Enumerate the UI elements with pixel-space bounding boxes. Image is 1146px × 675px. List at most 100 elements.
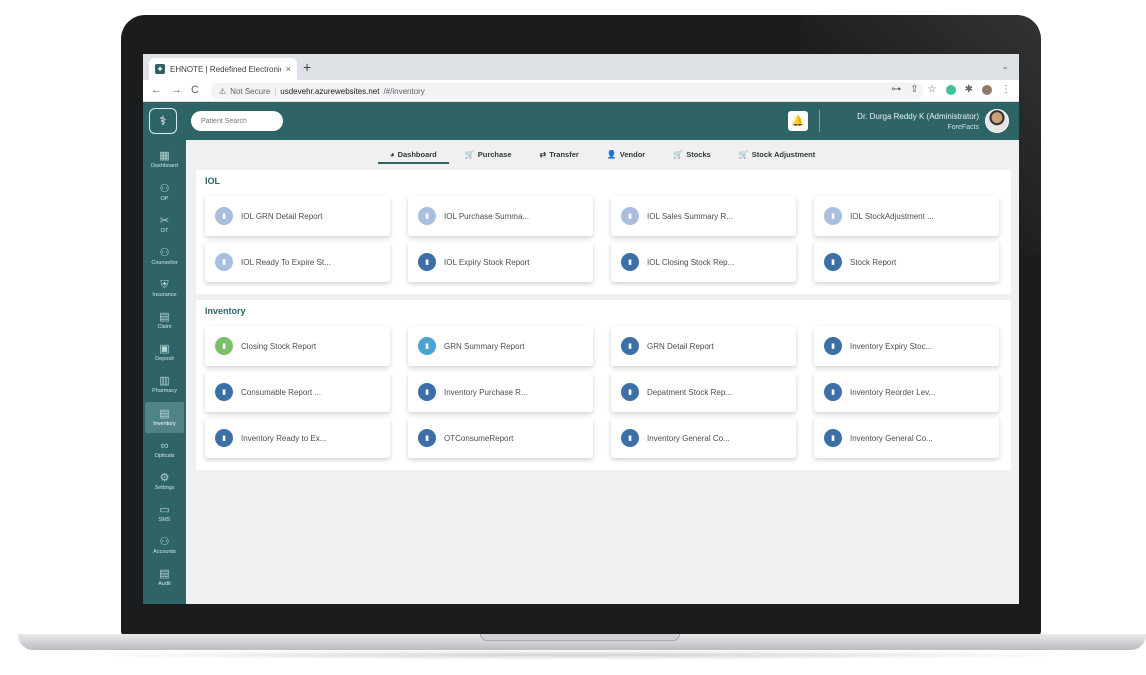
tab-stocks[interactable]: 🛒 Stocks <box>673 140 711 168</box>
profile-icon[interactable] <box>982 84 992 95</box>
gear-icon: ⚙ <box>159 472 170 484</box>
report-card-label: Depatment Stock Rep... <box>647 387 732 397</box>
report-card-label: Inventory Purchase R... <box>444 387 528 397</box>
close-tab-icon[interactable]: × <box>286 64 291 74</box>
tab-transfer[interactable]: ⇄ Transfer <box>540 140 579 168</box>
accounts-icon: ⚇ <box>159 536 170 548</box>
browser-tab[interactable]: ✚ EHNOTE | Redefined Electronic × <box>149 58 297 80</box>
report-card[interactable]: ▮ Consumable Report ... <box>205 372 390 412</box>
patient-search-input[interactable] <box>191 111 283 131</box>
bell-icon[interactable]: 🔔 <box>788 111 808 131</box>
avatar[interactable] <box>985 109 1009 133</box>
sidebar-item-pharmacy[interactable]: ▥ Pharmacy <box>145 369 184 400</box>
sidebar-item-claim[interactable]: ▤ Claim <box>145 305 184 336</box>
section-title: Inventory <box>205 306 246 316</box>
report-card-label: Stock Report <box>850 257 897 267</box>
counsellor-icon: ⚇ <box>159 247 170 259</box>
sidebar-item-label: Counsellor <box>151 260 178 266</box>
new-tab-button[interactable]: + <box>303 60 311 74</box>
report-file-icon: ▮ <box>824 207 842 225</box>
tab-label: Purchase <box>477 149 512 159</box>
report-file-icon: ▮ <box>621 253 639 271</box>
sidebar-item-deposit[interactable]: ▣ Deposit <box>145 337 184 368</box>
favicon-icon: ✚ <box>155 64 165 74</box>
report-file-icon: ▮ <box>621 383 639 401</box>
sidebar-item-label: Audit <box>158 581 171 587</box>
report-card[interactable]: ▮ OTConsumeReport <box>408 418 593 458</box>
sidebar: ▦ Dashboard ⚇ OP ✂ OT ⚇ Counsellor ⛨ Insurance ▤ Cl… <box>143 140 186 604</box>
sidebar-item-settings[interactable]: ⚙ Settings <box>145 466 184 497</box>
report-card[interactable]: ▮ IOL Ready To Expire St... <box>205 242 390 282</box>
tab-search-button[interactable]: ⌄ <box>1001 61 1009 72</box>
report-card-label: IOL StockAdjustment ... <box>850 211 934 221</box>
report-card[interactable]: ▮ Depatment Stock Rep... <box>611 372 796 412</box>
share-icon[interactable]: ⇪ <box>910 84 918 95</box>
report-file-icon: ▮ <box>824 337 842 355</box>
report-card[interactable]: ▮ Inventory General Co... <box>814 418 999 458</box>
report-file-icon: ▮ <box>215 429 233 447</box>
report-card[interactable]: ▮ IOL Closing Stock Rep... <box>611 242 796 282</box>
report-card[interactable]: ▮ Inventory Reorder Lev... <box>814 372 999 412</box>
report-card[interactable]: ▮ Inventory Purchase R... <box>408 372 593 412</box>
report-card[interactable]: ▮ IOL Sales Summary R... <box>611 196 796 236</box>
report-file-icon: ▮ <box>824 429 842 447</box>
sidebar-item-label: Inventory <box>153 421 176 427</box>
report-card-label: IOL Expiry Stock Report <box>444 257 530 267</box>
extensions-area: ⊶ ⇪ ☆ ✱ ⋮ <box>891 84 1011 95</box>
sidebar-item-opticals[interactable]: ∞ Opticals <box>145 434 184 465</box>
tab-vendor[interactable]: 👤 Vendor <box>607 140 645 168</box>
sidebar-item-label: SMS <box>158 517 171 523</box>
app-header: ⚕ 🔔 Dr. Durga Reddy K (Administrator) Fo… <box>143 102 1019 140</box>
tab-dashboard[interactable]: ◕ Dashboard <box>377 140 449 168</box>
browser-tabbar: ✚ EHNOTE | Redefined Electronic × + ⌄ <box>143 54 1019 80</box>
report-card[interactable]: ▮ IOL GRN Detail Report <box>205 196 390 236</box>
report-card[interactable]: ▮ Stock Report <box>814 242 999 282</box>
menu-icon[interactable]: ⋮ <box>1001 84 1011 95</box>
reload-button[interactable]: C <box>191 84 199 97</box>
sidebar-item-sms[interactable]: ▭ SMS <box>145 498 184 529</box>
tab-stock-adjustment[interactable]: 🛒 Stock Adjustment <box>739 140 815 168</box>
tab-label: Dashboard <box>397 149 437 159</box>
deposit-icon: ▣ <box>159 343 170 355</box>
sidebar-item-dashboard[interactable]: ▦ Dashboard <box>145 144 184 175</box>
report-card[interactable]: ▮ Inventory General Co... <box>611 418 796 458</box>
sidebar-item-insurance[interactable]: ⛨ Insurance <box>145 273 184 304</box>
stethoscope-logo-icon[interactable]: ⚕ <box>149 108 177 134</box>
report-card[interactable]: ▮ IOL StockAdjustment ... <box>814 196 999 236</box>
forward-button[interactable]: → <box>171 84 182 97</box>
sidebar-item-counsellor[interactable]: ⚇ Counsellor <box>145 241 184 272</box>
report-card[interactable]: ▮ IOL Expiry Stock Report <box>408 242 593 282</box>
address-bar[interactable]: ⚠ Not Secure | usdevehr.azurewebsites.ne… <box>211 83 923 99</box>
report-file-icon: ▮ <box>418 337 436 355</box>
laptop-notch <box>480 634 680 641</box>
sidebar-item-label: Claim <box>157 324 172 330</box>
report-card-label: Consumable Report ... <box>241 387 322 397</box>
sidebar-item-label: OP <box>160 196 169 202</box>
sidebar-item-inventory[interactable]: ▤ Inventory <box>145 402 184 433</box>
puzzle-icon[interactable]: ✱ <box>965 84 973 95</box>
security-label: Not Secure <box>230 86 271 96</box>
report-card[interactable]: ▮ GRN Detail Report <box>611 326 796 366</box>
sidebar-item-op[interactable]: ⚇ OP <box>145 177 184 208</box>
pharmacy-icon: ▥ <box>159 375 170 387</box>
sidebar-item-audit[interactable]: ▤ Audit <box>145 562 184 593</box>
report-card-label: IOL Sales Summary R... <box>647 211 733 221</box>
report-card[interactable]: ▮ IOL Purchase Summa... <box>408 196 593 236</box>
tab-icon: 🛒 <box>738 149 749 159</box>
sidebar-item-ot[interactable]: ✂ OT <box>145 209 184 240</box>
report-card[interactable]: ▮ Inventory Expiry Stoc... <box>814 326 999 366</box>
star-icon[interactable]: ☆ <box>928 84 937 95</box>
user-org: ForeFacts <box>947 124 979 131</box>
back-button[interactable]: ← <box>151 84 162 97</box>
report-card[interactable]: ▮ Closing Stock Report <box>205 326 390 366</box>
report-card[interactable]: ▮ Inventory Ready to Ex... <box>205 418 390 458</box>
report-card[interactable]: ▮ GRN Summary Report <box>408 326 593 366</box>
sidebar-item-accounts[interactable]: ⚇ Accounts <box>145 530 184 561</box>
key-icon[interactable]: ⊶ <box>891 84 901 95</box>
report-card-label: IOL GRN Detail Report <box>241 211 323 221</box>
omnibox-divider: | <box>274 86 277 96</box>
extension-icon[interactable] <box>945 84 956 95</box>
sidebar-item-label: Deposit <box>155 356 174 362</box>
user-name[interactable]: Dr. Durga Reddy K (Administrator) <box>857 112 979 121</box>
tab-purchase[interactable]: 🛒 Purchase <box>465 140 512 168</box>
